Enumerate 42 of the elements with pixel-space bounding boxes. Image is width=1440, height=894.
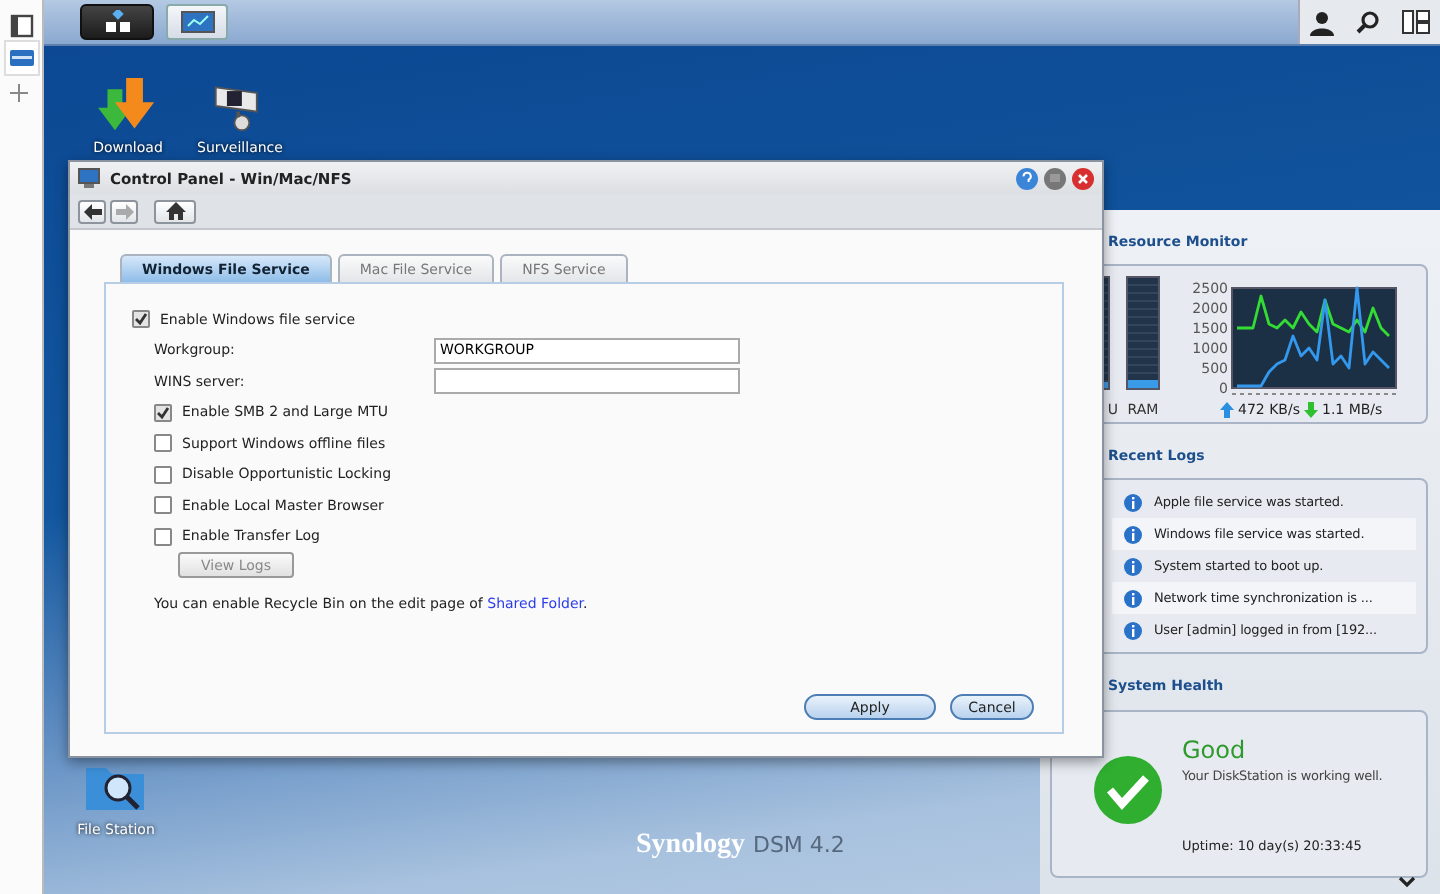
monitor-icon: [179, 9, 215, 35]
help-icon[interactable]: [1016, 167, 1038, 189]
user-icon[interactable]: [1310, 9, 1335, 35]
drive-icon[interactable]: [4, 40, 40, 76]
chevron-down-icon[interactable]: [1398, 876, 1416, 888]
checkbox[interactable]: [154, 527, 172, 546]
monitor-icon: [78, 168, 100, 188]
download-arrows-icon[interactable]: [96, 78, 160, 134]
window-icon[interactable]: [10, 14, 34, 38]
right-arrow-icon: [115, 203, 133, 219]
health-status: Good: [1182, 736, 1248, 764]
check-icon: [1092, 754, 1164, 826]
checkbox[interactable]: [154, 465, 172, 484]
line-series: [1235, 294, 1391, 338]
info-icon: [1124, 621, 1142, 639]
ram-meter: [1126, 276, 1160, 390]
upload-arrow-icon: [1220, 402, 1234, 418]
info-icon: [1124, 589, 1142, 607]
info-icon: [1124, 525, 1142, 543]
main-menu-button[interactable]: [80, 4, 154, 40]
brand-logo: Synology: [636, 830, 745, 862]
info-icon: [1124, 557, 1142, 575]
apps-grid-icon: [103, 10, 131, 34]
checkbox[interactable]: [154, 496, 172, 515]
home-icon: [165, 202, 185, 220]
widgets-icon[interactable]: [1401, 10, 1430, 34]
control-panel-button[interactable]: [166, 4, 228, 40]
home-button[interactable]: [154, 199, 196, 223]
line-series: [1235, 286, 1391, 388]
version-label: DSM 4.2: [752, 832, 845, 858]
left-arrow-icon: [83, 203, 101, 219]
back-button[interactable]: [78, 199, 106, 223]
minimize-icon[interactable]: [1044, 167, 1066, 189]
checkbox[interactable]: [154, 403, 172, 422]
checkbox[interactable]: [154, 434, 172, 453]
download-arrow-icon: [1303, 402, 1318, 418]
checkbox[interactable]: [132, 310, 150, 329]
add-icon[interactable]: [10, 84, 28, 102]
close-icon[interactable]: [1072, 167, 1094, 189]
search-icon[interactable]: [1355, 10, 1380, 34]
input-field[interactable]: [434, 368, 740, 395]
info-icon: [1124, 493, 1142, 511]
